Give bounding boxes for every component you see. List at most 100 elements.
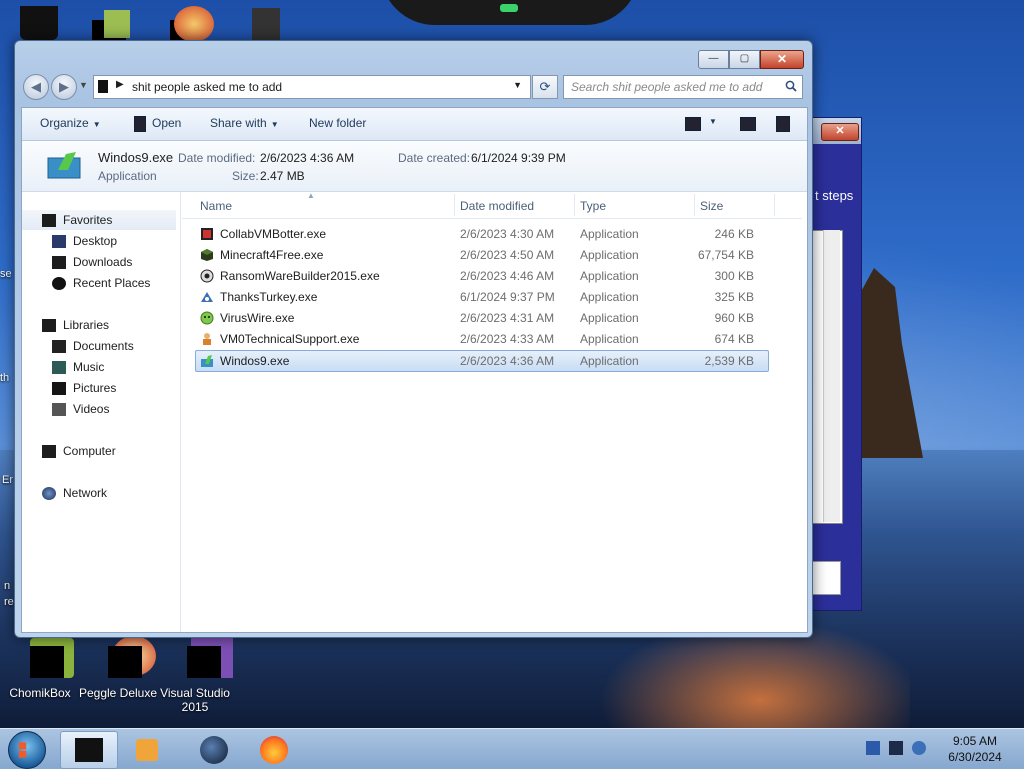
desktop-icon-4[interactable] (252, 8, 280, 42)
minecraft-exe-icon (201, 249, 213, 261)
nav-downloads[interactable]: Downloads (52, 252, 132, 272)
column-separator[interactable] (774, 194, 775, 216)
file-date: 2/6/2023 4:36 AM (460, 354, 555, 368)
organize-menu[interactable]: Organize ▼ (40, 116, 101, 130)
downloads-icon (52, 255, 66, 269)
file-name: Windos9.exe (220, 354, 290, 368)
thanks-turkey-exe-icon (201, 292, 213, 302)
column-separator[interactable] (694, 194, 695, 216)
file-row[interactable]: Minecraft4Free.exe 2/6/2023 4:50 AM Appl… (196, 245, 768, 265)
nav-documents[interactable]: Documents (52, 336, 134, 356)
recent-pages-dropdown[interactable]: ▼ (79, 80, 88, 90)
search-icon[interactable] (785, 80, 797, 92)
view-options-icon[interactable] (685, 117, 701, 131)
file-name: VirusWire.exe (220, 311, 295, 325)
dialog-close-button[interactable]: ✕ (821, 123, 859, 141)
recent-places-icon (52, 276, 66, 290)
recycle-bin-icon[interactable] (20, 6, 58, 40)
maximize-button[interactable]: ▢ (729, 50, 760, 69)
background-dialog: ✕ t steps (808, 117, 862, 611)
taskbar-explorer-button[interactable] (60, 731, 118, 769)
navigation-pane: Favorites Desktop Downloads Recent Place… (22, 192, 181, 632)
nav-videos[interactable]: Videos (52, 399, 109, 419)
nav-recent-places[interactable]: Recent Places (52, 273, 150, 293)
navigation-bar: ◀ ▶ ▼ ▶ shit people asked me to add ▼ ⟳ … (21, 72, 806, 102)
command-bar: Organize ▼ Open Share with ▼ New folder ▼ (22, 108, 807, 141)
explorer-content: Organize ▼ Open Share with ▼ New folder ▼ … (21, 107, 808, 633)
desktop-icon-peggle[interactable]: Peggle Deluxe (78, 636, 158, 700)
preview-pane-icon[interactable] (740, 117, 756, 131)
nav-label: Documents (73, 339, 134, 353)
file-name: ThanksTurkey.exe (220, 290, 318, 304)
column-type[interactable]: Type (580, 199, 606, 213)
security-icon[interactable] (866, 741, 880, 755)
address-dropdown-icon[interactable]: ▼ (513, 80, 522, 90)
desktop-icon-chomikbox[interactable]: ChomikBox (0, 636, 80, 700)
network-status-icon[interactable] (889, 741, 903, 755)
nav-computer[interactable]: Computer (42, 441, 116, 461)
file-date: 2/6/2023 4:46 AM (460, 269, 555, 283)
nav-libraries[interactable]: Libraries (42, 315, 109, 335)
taskbar-globe-button[interactable] (186, 731, 242, 767)
share-with-menu[interactable]: Share with ▼ (210, 116, 279, 130)
nav-network[interactable]: Network (42, 483, 107, 503)
file-row[interactable]: RansomWareBuilder2015.exe 2/6/2023 4:46 … (196, 266, 768, 286)
file-row[interactable]: CollabVMBotter.exe 2/6/2023 4:30 AM Appl… (196, 224, 768, 244)
dialog-scrollbar[interactable] (823, 230, 840, 522)
caption-buttons: — ▢ ✕ (698, 50, 804, 69)
details-header: Windos9.exe Application Date modified: 2… (22, 141, 807, 192)
nav-desktop[interactable]: Desktop (52, 231, 117, 251)
nav-label: Libraries (63, 318, 110, 332)
forward-button[interactable]: ▶ (51, 74, 77, 100)
file-row-selected[interactable]: Windos9.exe 2/6/2023 4:36 AM Application… (195, 350, 769, 372)
file-row[interactable]: VirusWire.exe 2/6/2023 4:31 AM Applicati… (196, 308, 768, 328)
date-modified-value: 2/6/2023 4:36 AM (260, 151, 355, 165)
file-size: 960 KB (714, 311, 754, 325)
folder-icon (98, 80, 108, 93)
nav-pictures[interactable]: Pictures (52, 378, 116, 398)
clock[interactable]: 9:05 AM 6/30/2024 (940, 733, 1010, 765)
firefox-icon (260, 736, 288, 764)
minimize-button[interactable]: — (698, 50, 729, 69)
help-icon[interactable] (776, 116, 790, 132)
globe-icon (200, 736, 228, 764)
dialog-text: t steps (815, 188, 854, 203)
nav-favorites[interactable]: Favorites (22, 210, 176, 230)
view-options-dropdown-icon[interactable]: ▼ (709, 117, 717, 126)
file-name: VM0TechnicalSupport.exe (220, 332, 360, 346)
breadcrumb-separator-icon[interactable]: ▶ (116, 79, 124, 90)
taskbar-media-player-button[interactable] (122, 731, 178, 767)
taskbar-firefox-button[interactable] (246, 731, 302, 767)
desktop-text-fragment: se (0, 268, 12, 280)
open-button[interactable]: Open (152, 116, 181, 130)
dialog-button[interactable] (811, 561, 841, 595)
file-type: Application (580, 269, 639, 283)
nav-label: Network (63, 486, 108, 500)
new-folder-button[interactable]: New folder (309, 116, 366, 130)
column-separator[interactable] (574, 194, 575, 216)
column-name[interactable]: Name (200, 199, 232, 213)
file-row[interactable]: VM0TechnicalSupport.exe 2/6/2023 4:33 AM… (196, 329, 768, 349)
address-bar[interactable]: ▶ shit people asked me to add ▼ (93, 75, 531, 99)
close-button[interactable]: ✕ (760, 50, 804, 69)
start-button[interactable] (8, 731, 46, 769)
nav-label: Favorites (63, 213, 113, 227)
file-size: 325 KB (714, 290, 754, 304)
search-input[interactable]: Search shit people asked me to add (563, 75, 803, 99)
volume-icon[interactable] (912, 741, 926, 755)
refresh-button[interactable]: ⟳ (532, 75, 558, 99)
search-placeholder: Search shit people asked me to add (571, 80, 763, 94)
column-separator[interactable] (454, 194, 455, 216)
star-icon (42, 213, 56, 227)
nav-label: Pictures (73, 381, 117, 395)
chevron-down-icon: ▼ (270, 120, 279, 129)
file-size: 300 KB (714, 269, 754, 283)
file-name: CollabVMBotter.exe (220, 227, 327, 241)
nav-music[interactable]: Music (52, 357, 104, 377)
desktop-icon-visual-studio[interactable]: Visual Studio 2015 (155, 636, 235, 714)
column-size[interactable]: Size (700, 199, 723, 213)
file-row[interactable]: ThanksTurkey.exe 6/1/2024 9:37 PM Applic… (196, 287, 768, 307)
column-date-modified[interactable]: Date modified (460, 199, 534, 213)
back-button[interactable]: ◀ (23, 74, 49, 100)
breadcrumb-path[interactable]: shit people asked me to add (132, 80, 282, 94)
